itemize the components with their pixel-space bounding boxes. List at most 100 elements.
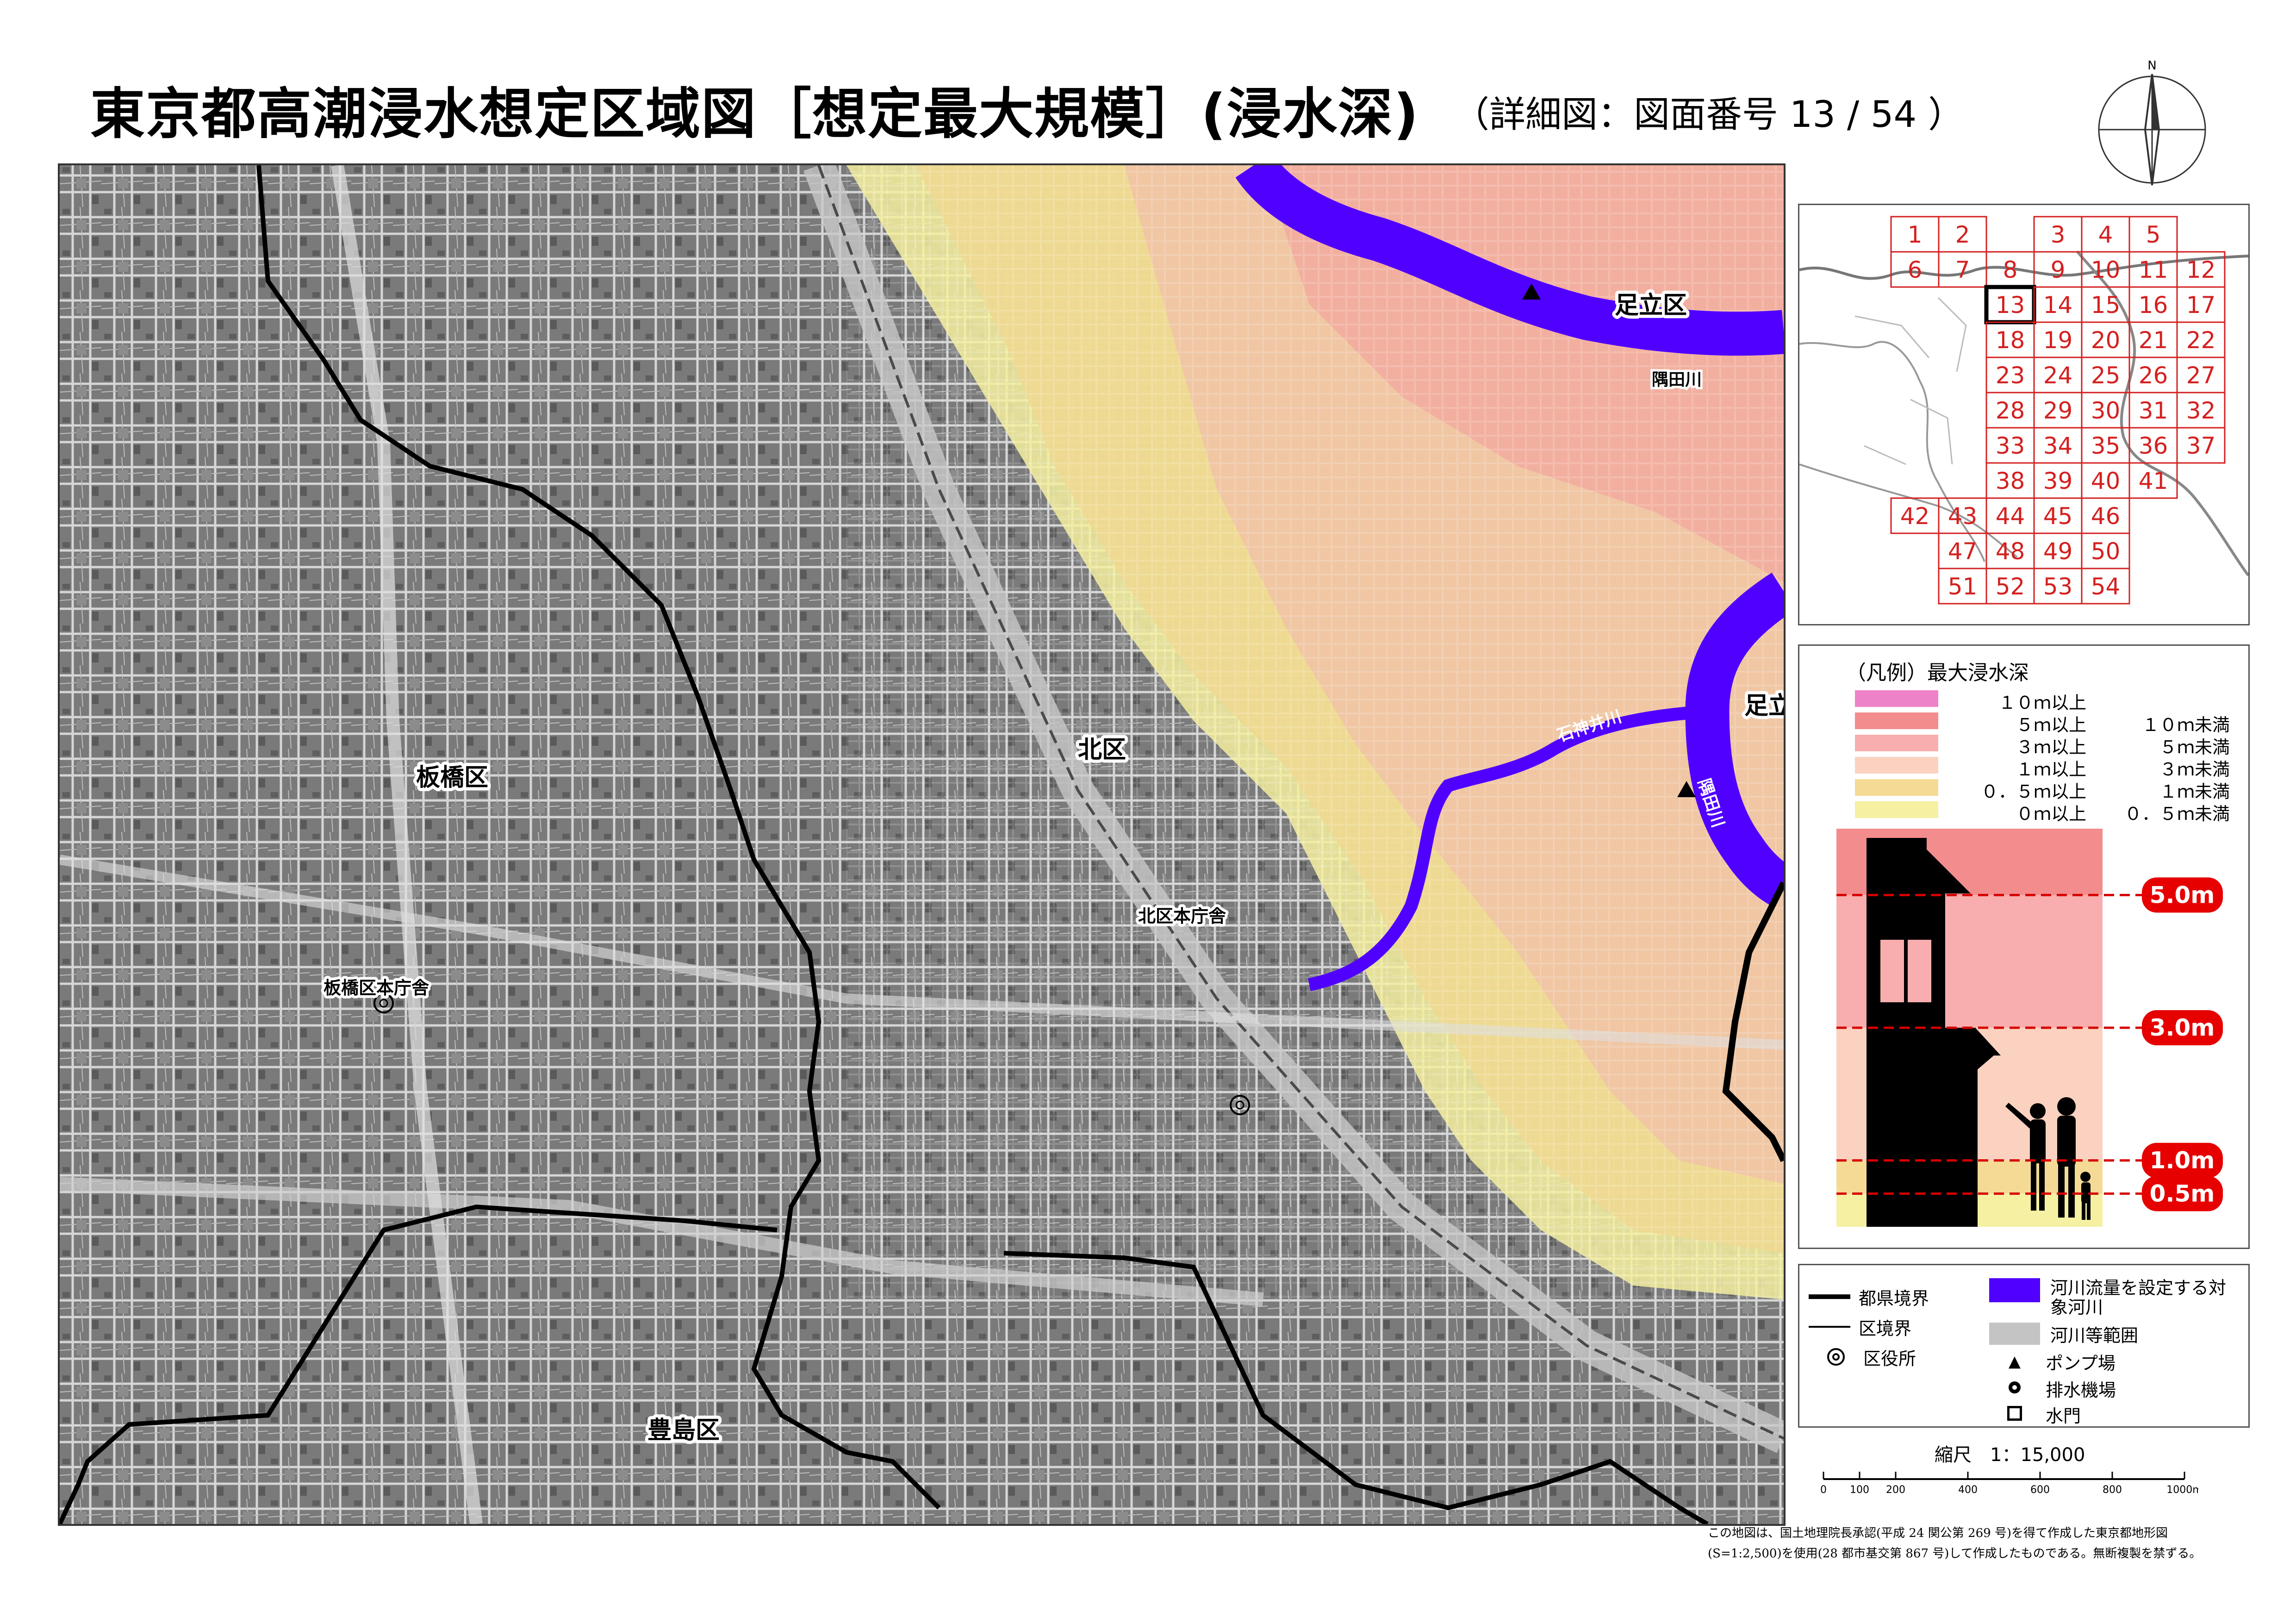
index-sheet-number: 2 bbox=[1955, 221, 1970, 248]
depth-diagram: 5.0m 3.0m 1.0m 0.5m bbox=[1818, 829, 2230, 1236]
scale-tick-label: 200 bbox=[1886, 1484, 1905, 1496]
legend-panel: （凡例）最大浸水深 １０ｍ以上 ５ｍ以上 １０ｍ未満 ３ｍ以上 ５ｍ未満 １ｍ以上 ３ｍ未満… bbox=[1798, 644, 2250, 1249]
index-sheet-number: 11 bbox=[2139, 256, 2168, 283]
depth-legend-row: １ｍ以上 ３ｍ未満 bbox=[1855, 755, 2234, 780]
depth-swatch bbox=[1855, 801, 1938, 818]
index-sheet-number: 46 bbox=[2091, 503, 2121, 530]
north-label: N bbox=[2147, 59, 2156, 73]
index-sheet-number: 22 bbox=[2186, 327, 2216, 354]
index-sheet-number: 9 bbox=[2051, 256, 2066, 283]
index-sheet-number: 15 bbox=[2091, 292, 2121, 319]
index-sheet-number: 29 bbox=[2043, 397, 2073, 424]
depth-lower-bound: ０ｍ以上 bbox=[2016, 804, 2086, 824]
index-sheet-number: 49 bbox=[2043, 538, 2073, 565]
index-sheet-number: 42 bbox=[1900, 503, 1930, 530]
symbols-legend: 都県境界 区境界 区役所 河川流量を設定する対象河川 河川等範囲 ▲ ポンプ場 … bbox=[1798, 1264, 2250, 1428]
index-sheet-number: 26 bbox=[2139, 362, 2168, 389]
index-sheet-number: 20 bbox=[2091, 327, 2121, 354]
index-sheet-number: 6 bbox=[1908, 256, 1923, 283]
index-sheet-number: 43 bbox=[1948, 503, 1978, 530]
index-sheet-number: 41 bbox=[2139, 468, 2168, 494]
depth-level-label: 0.5m bbox=[2150, 1180, 2215, 1207]
legend-sluice: 水門 bbox=[2003, 1401, 2081, 1427]
depth-lower-bound: ３ｍ以上 bbox=[2016, 737, 2086, 757]
depth-swatch bbox=[1855, 712, 1938, 729]
scale-tick-label: 600 bbox=[2030, 1484, 2050, 1496]
depth-level-label: 5.0m bbox=[2150, 881, 2215, 908]
depth-legend-row: ５ｍ以上 １０ｍ未満 bbox=[1855, 711, 2234, 735]
depth-legend-row: ０．５ｍ以上 １ｍ未満 bbox=[1855, 777, 2234, 802]
index-sheet-number: 39 bbox=[2043, 468, 2073, 494]
depth-lower-bound: １ｍ以上 bbox=[2016, 759, 2086, 780]
index-sheet-number: 12 bbox=[2186, 256, 2216, 283]
label-adachi-north: 足立区 bbox=[1615, 292, 1687, 319]
index-sheet-number: 52 bbox=[1996, 573, 2025, 600]
index-sheet-number: 40 bbox=[2091, 468, 2121, 494]
depth-level-label: 1.0m bbox=[2150, 1147, 2215, 1174]
depth-legend-row: ０ｍ以上 ０．５ｍ未満 bbox=[1855, 800, 2234, 824]
index-sheet-number: 47 bbox=[1948, 538, 1978, 565]
scale-tick-label: 1000m bbox=[2166, 1484, 2198, 1496]
index-sheet-number: 7 bbox=[1955, 256, 1970, 283]
index-sheet-number: 31 bbox=[2139, 397, 2168, 424]
index-sheet-number: 45 bbox=[2043, 503, 2073, 530]
index-sheet-number: 51 bbox=[1948, 573, 1978, 600]
pump-station-icon: ▲ bbox=[2008, 1352, 2021, 1371]
index-sheet-number: 35 bbox=[2091, 432, 2121, 459]
scale-tick-label: 800 bbox=[2103, 1484, 2122, 1496]
index-sheet-number: 17 bbox=[2186, 292, 2216, 319]
depth-upper-bound: ３ｍ未満 bbox=[2159, 759, 2230, 780]
label-kita-office: 北区本庁舎 bbox=[1138, 906, 1226, 926]
depth-lower-bound: ５ｍ以上 bbox=[2016, 715, 2086, 735]
index-sheet-number: 54 bbox=[2091, 573, 2121, 600]
page-title: 東京都高潮浸水想定区域図［想定最大規模］(浸水深) bbox=[90, 82, 1419, 146]
legend-ward-office: 区役所 bbox=[1827, 1344, 1916, 1370]
index-sheet-number: 38 bbox=[1996, 468, 2025, 494]
index-sheet-number: 24 bbox=[2043, 362, 2073, 389]
label-adachi-east: 足立区 bbox=[1744, 692, 1784, 720]
index-sheet-number: 14 bbox=[2043, 292, 2073, 319]
depth-upper-bound: ５ｍ未満 bbox=[2159, 737, 2230, 757]
label-kita: 北区 bbox=[1078, 736, 1126, 764]
legend-river-flow: 河川流量を設定する対象河川 bbox=[1989, 1278, 2239, 1317]
index-sheet-number: 44 bbox=[1996, 503, 2025, 530]
index-sheet-number: 18 bbox=[1996, 327, 2025, 354]
index-sheet-number: 5 bbox=[2146, 221, 2161, 248]
river-area-swatch bbox=[1989, 1323, 2040, 1345]
index-sheet-number: 8 bbox=[2003, 256, 2018, 283]
depth-upper-bound: １ｍ未満 bbox=[2159, 781, 2230, 802]
ward-office-icon bbox=[1827, 1348, 1845, 1366]
index-sheet-number: 36 bbox=[2139, 432, 2168, 459]
index-sheet-number: 21 bbox=[2139, 327, 2168, 354]
label-itabashi: 板橋区 bbox=[416, 764, 488, 792]
depth-lower-bound: １０ｍ以上 bbox=[1998, 693, 2086, 713]
index-sheet-number: 32 bbox=[2186, 397, 2216, 424]
index-sheet-number: 50 bbox=[2091, 538, 2121, 565]
index-sheet-number: 34 bbox=[2043, 432, 2073, 459]
index-sheet-number: 16 bbox=[2139, 292, 2168, 319]
north-arrow-icon: N bbox=[2092, 56, 2212, 194]
drainage-station-icon bbox=[2003, 1381, 2026, 1395]
scale-tick-label: 0 bbox=[1820, 1484, 1827, 1496]
index-sheet-number: 3 bbox=[2051, 221, 2066, 248]
legend-river-area: 河川等範囲 bbox=[1989, 1321, 2138, 1347]
depth-legend-row: ３ｍ以上 ５ｍ未満 bbox=[1855, 733, 2234, 757]
legend-title: （凡例）最大浸水深 bbox=[1846, 661, 2029, 685]
label-toshima: 豊島区 bbox=[647, 1417, 720, 1444]
legend-drainage: 排水機場 bbox=[2003, 1375, 2116, 1401]
index-sheet-number: 25 bbox=[2091, 362, 2121, 389]
index-sheet-number: 48 bbox=[1996, 538, 2025, 565]
index-sheet-number: 30 bbox=[2091, 397, 2121, 424]
pref-boundary-symbol bbox=[1809, 1294, 1850, 1299]
sheet-subtitle: （詳細図：図面番号 13 / 54 ） bbox=[1453, 94, 1964, 136]
index-map[interactable]: 1 2 3 4 5 6 7 8 9 10 11 12 13 14 15 16 17 18 19 20 21 22 23 24 2… bbox=[1798, 204, 2250, 625]
scale-tick-label: 400 bbox=[1958, 1484, 1978, 1496]
map-view[interactable]: 足立区 足立区 北区 板橋区 豊島区 北区本庁舎 板橋区本庁舎 隅田川 隅田川 … bbox=[58, 163, 1786, 1526]
depth-upper-bound: ０．５ｍ未満 bbox=[2124, 804, 2230, 824]
sluice-gate-icon bbox=[2003, 1406, 2026, 1423]
index-sheet-number: 4 bbox=[2098, 221, 2113, 248]
label-itabashi-office: 板橋区本庁舎 bbox=[324, 978, 429, 998]
index-sheet-number: 13 bbox=[1996, 292, 2025, 319]
legend-pump: ▲ ポンプ場 bbox=[2003, 1349, 2116, 1374]
depth-swatch bbox=[1855, 735, 1938, 751]
